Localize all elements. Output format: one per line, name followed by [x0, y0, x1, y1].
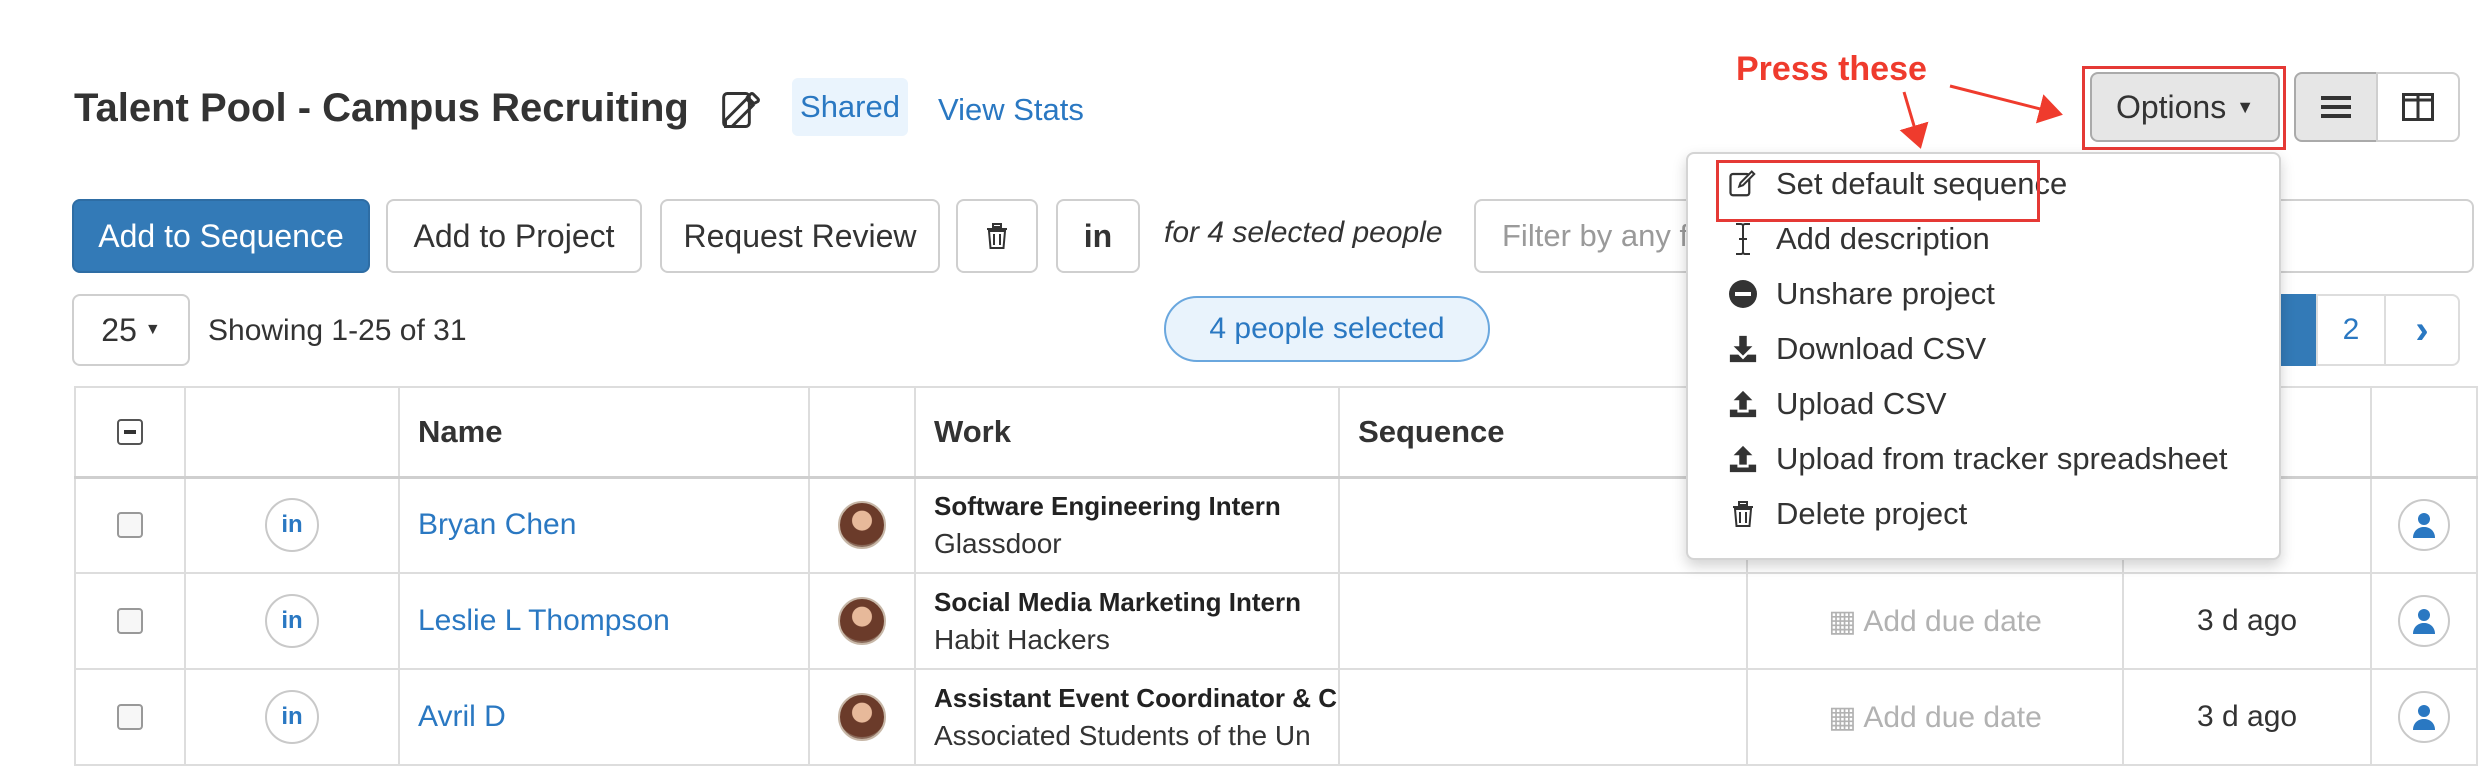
- arrow-to-menu-item: [1899, 91, 1929, 149]
- arrow-to-options: [1949, 84, 2063, 124]
- annotation-arrows: [1899, 84, 2063, 149]
